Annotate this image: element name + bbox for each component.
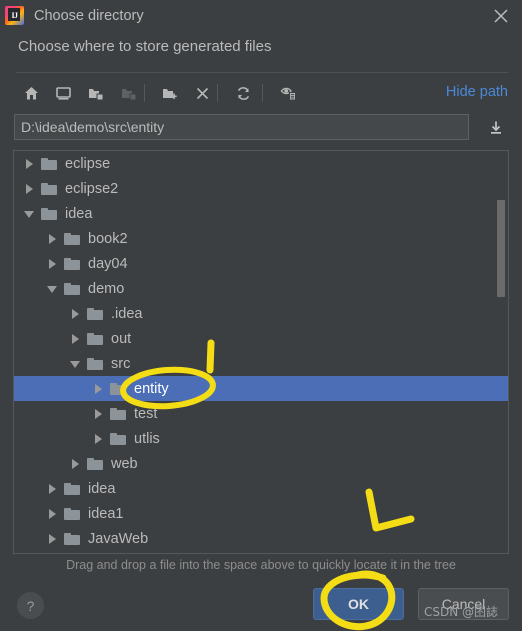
dialog-subtitle: Choose where to store generated files	[18, 38, 272, 55]
tree-item-label: eclipse	[65, 155, 111, 172]
tree-item-label: test	[134, 405, 158, 422]
tree-item-src[interactable]: src	[14, 351, 508, 376]
folder-icon	[64, 232, 81, 246]
path-input[interactable]	[15, 119, 468, 135]
tree-item-label: JavaWeb	[88, 530, 149, 547]
path-field[interactable]	[14, 114, 469, 140]
tree-scrollbar-thumb[interactable]	[497, 200, 505, 297]
path-row	[14, 114, 508, 142]
chevron-right-icon[interactable]	[69, 332, 82, 345]
folder-icon	[41, 182, 58, 196]
help-button[interactable]: ?	[17, 592, 44, 619]
tree-item-idea[interactable]: idea	[14, 476, 508, 501]
intellij-idea-logo-icon: IJ	[5, 6, 24, 25]
folder-icon	[64, 482, 81, 496]
tree-item-day04[interactable]: day04	[14, 251, 508, 276]
folder-icon	[64, 507, 81, 521]
show-hidden-files-icon[interactable]	[275, 80, 302, 107]
tree-item-label: day04	[88, 255, 128, 272]
chevron-right-icon[interactable]	[46, 507, 59, 520]
chevron-right-icon[interactable]	[46, 257, 59, 270]
chevron-right-icon[interactable]	[92, 382, 105, 395]
close-icon[interactable]	[488, 3, 514, 29]
toolbar-separator-3	[262, 84, 263, 102]
folder-icon	[110, 407, 127, 421]
tree-item-label: out	[111, 330, 132, 347]
choose-directory-dialog: IJ Choose directory Choose where to stor…	[0, 0, 522, 631]
toolbar: Hide path	[0, 78, 522, 110]
tree-item-dot-idea[interactable]: .idea	[14, 301, 508, 326]
title-bar: IJ Choose directory	[0, 0, 522, 31]
header-divider	[16, 72, 508, 73]
tree-item-label: idea	[88, 480, 116, 497]
toolbar-separator-2	[217, 84, 218, 102]
ok-button[interactable]: OK	[313, 588, 404, 620]
tree-scrollbar-track[interactable]	[497, 152, 507, 553]
tree-item-label: utlis	[134, 430, 160, 447]
chevron-right-icon[interactable]	[46, 532, 59, 545]
tree-rows: eclipse eclipse2 idea book2 day04 demo .idea ou…	[14, 151, 508, 551]
tree-item-label: eclipse2	[65, 180, 119, 197]
folder-icon	[64, 532, 81, 546]
tree-item-book2[interactable]: book2	[14, 226, 508, 251]
tree-item-JavaWeb[interactable]: JavaWeb	[14, 526, 508, 551]
chevron-right-icon[interactable]	[23, 157, 36, 170]
folder-icon	[110, 432, 127, 446]
window-title: Choose directory	[34, 7, 144, 24]
folder-icon	[41, 207, 58, 221]
tree-item-web[interactable]: web	[14, 451, 508, 476]
chevron-down-icon[interactable]	[46, 282, 59, 295]
chevron-right-icon[interactable]	[92, 407, 105, 420]
chevron-down-icon[interactable]	[23, 207, 36, 220]
folder-icon	[110, 382, 127, 396]
home-icon[interactable]	[18, 80, 45, 107]
folder-icon	[87, 332, 104, 346]
chevron-right-icon[interactable]	[69, 307, 82, 320]
tree-item-label: demo	[88, 280, 125, 297]
chevron-right-icon[interactable]	[69, 457, 82, 470]
folder-icon	[64, 257, 81, 271]
refresh-icon[interactable]	[230, 80, 257, 107]
tree-item-label: web	[111, 455, 138, 472]
drag-drop-hint: Drag and drop a file into the space abov…	[66, 558, 456, 572]
tree-item-entity[interactable]: entity	[14, 376, 508, 401]
chevron-right-icon[interactable]	[92, 432, 105, 445]
csdn-watermark: CSDN @囨誌	[424, 605, 499, 619]
delete-icon[interactable]	[189, 80, 216, 107]
tree-item-label: .idea	[111, 305, 143, 322]
collapse-folder-icon	[116, 80, 143, 107]
tree-item-idea1[interactable]: idea1	[14, 501, 508, 526]
tree-item-label: src	[111, 355, 131, 372]
chevron-down-icon[interactable]	[69, 357, 82, 370]
desktop-icon[interactable]	[50, 80, 77, 107]
tree-item-test[interactable]: test	[14, 401, 508, 426]
chevron-right-icon[interactable]	[46, 232, 59, 245]
folder-icon	[64, 282, 81, 296]
tree-item-idea[interactable]: idea	[14, 201, 508, 226]
tree-item-label: entity	[134, 380, 169, 397]
tree-item-label: book2	[88, 230, 128, 247]
folder-icon	[41, 157, 58, 171]
tree-item-label: idea	[65, 205, 93, 222]
tree-item-utlis[interactable]: utlis	[14, 426, 508, 451]
insert-path-icon[interactable]	[484, 116, 508, 140]
folder-icon	[87, 307, 104, 321]
tree-item-demo[interactable]: demo	[14, 276, 508, 301]
directory-tree[interactable]: eclipse eclipse2 idea book2 day04 demo .idea ou…	[13, 150, 509, 554]
expand-folder-icon[interactable]	[83, 80, 110, 107]
tree-item-eclipse2[interactable]: eclipse2	[14, 176, 508, 201]
toolbar-separator-1	[144, 84, 145, 102]
folder-icon	[87, 357, 104, 371]
tree-item-label: idea1	[88, 505, 124, 522]
folder-icon	[87, 457, 104, 471]
new-folder-icon[interactable]	[157, 80, 184, 107]
tree-item-eclipse[interactable]: eclipse	[14, 151, 508, 176]
hide-path-link[interactable]: Hide path	[446, 84, 508, 100]
chevron-right-icon[interactable]	[23, 182, 36, 195]
tree-item-out[interactable]: out	[14, 326, 508, 351]
chevron-right-icon[interactable]	[46, 482, 59, 495]
